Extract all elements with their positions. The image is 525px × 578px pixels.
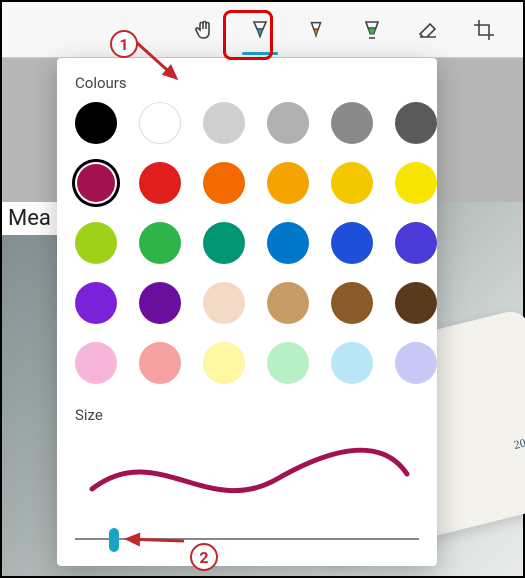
colour-swatch[interactable]: [267, 162, 309, 204]
colours-label: Colours: [75, 74, 419, 92]
background-label-snippet: Mea: [2, 202, 59, 235]
colour-swatch[interactable]: [75, 162, 117, 204]
slider-thumb[interactable]: [109, 528, 119, 552]
colour-swatch[interactable]: [267, 282, 309, 324]
colour-swatch[interactable]: [395, 162, 437, 204]
highlighter-icon: [360, 18, 384, 42]
colour-swatch[interactable]: [75, 282, 117, 324]
colour-swatch[interactable]: [139, 162, 181, 204]
colour-swatch[interactable]: [139, 342, 181, 384]
arrow-2-icon: [124, 529, 185, 551]
colour-swatch-grid: [75, 102, 419, 384]
pencil-tool[interactable]: [301, 15, 331, 45]
colour-swatch[interactable]: [267, 342, 309, 384]
size-label: Size: [75, 406, 419, 424]
colour-swatch[interactable]: [75, 102, 117, 144]
colour-swatch[interactable]: [331, 342, 373, 384]
hand-icon: [192, 18, 216, 42]
colour-swatch[interactable]: [331, 222, 373, 264]
pencil-icon: [305, 19, 327, 41]
colour-swatch[interactable]: [395, 102, 437, 144]
colour-swatch[interactable]: [395, 282, 437, 324]
stroke-size-preview: [75, 434, 419, 514]
colour-swatch[interactable]: [331, 102, 373, 144]
colour-swatch[interactable]: [203, 342, 245, 384]
pen-options-popover: Colours Size: [57, 58, 437, 566]
stroke-preview-curve-icon: [75, 434, 419, 514]
callout-1: 1: [110, 30, 138, 58]
colour-swatch[interactable]: [395, 342, 437, 384]
eraser-icon: [416, 18, 440, 42]
crop-tool[interactable]: [469, 15, 499, 45]
colour-swatch[interactable]: [203, 222, 245, 264]
app-window: EL 2019 Mea Colours Size 1 2: [0, 0, 525, 578]
colour-swatch[interactable]: [331, 282, 373, 324]
colour-swatch[interactable]: [395, 222, 437, 264]
colour-swatch[interactable]: [267, 222, 309, 264]
touch-write-tool[interactable]: [189, 15, 219, 45]
highlighter-tool[interactable]: [357, 15, 387, 45]
crop-icon: [472, 18, 496, 42]
colour-swatch[interactable]: [203, 282, 245, 324]
colour-swatch[interactable]: [139, 282, 181, 324]
colour-swatch[interactable]: [203, 102, 245, 144]
colour-swatch[interactable]: [75, 222, 117, 264]
colour-swatch[interactable]: [267, 102, 309, 144]
callout-1-label: 1: [119, 35, 128, 54]
callout-2-label: 2: [199, 548, 208, 567]
colour-swatch[interactable]: [139, 102, 181, 144]
colour-swatch[interactable]: [331, 162, 373, 204]
colour-swatch[interactable]: [75, 342, 117, 384]
callout-2: 2: [190, 543, 218, 571]
colour-swatch[interactable]: [139, 222, 181, 264]
colour-swatch[interactable]: [203, 162, 245, 204]
eraser-tool[interactable]: [413, 15, 443, 45]
instruction-highlight-box: [223, 10, 273, 60]
